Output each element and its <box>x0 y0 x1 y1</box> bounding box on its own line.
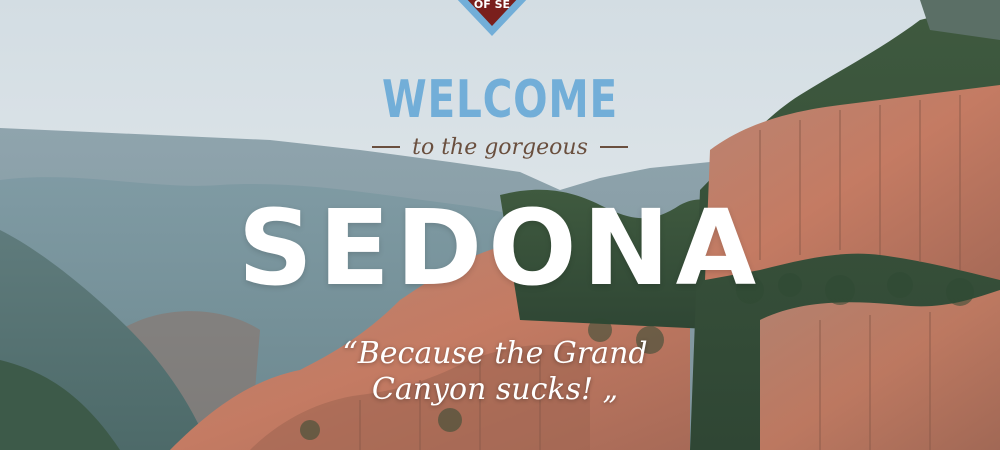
subtitle-text: to the gorgeous <box>412 134 588 160</box>
welcome-heading: WELCOME <box>381 70 619 130</box>
quote-line-2: Canyon sucks! <box>371 372 594 407</box>
city-title: SEDONA <box>237 187 763 309</box>
quote-close-mark: „ <box>602 372 619 407</box>
hero-section: OF SE WELCOME to the gorgeous SEDONA “Be… <box>0 0 1000 450</box>
subtitle-row: to the gorgeous <box>0 129 1000 165</box>
logo-badge[interactable]: OF SE <box>452 0 532 38</box>
tagline-quote: “Because the Grand Canyon sucks! „ <box>330 336 660 408</box>
subtitle-right-rule <box>599 146 628 148</box>
subtitle-left-rule <box>372 146 401 148</box>
quote-line-1: Because the Grand <box>357 336 648 371</box>
logo-badge-text: OF SE <box>474 0 510 11</box>
quote-open-mark: “ <box>342 336 358 371</box>
